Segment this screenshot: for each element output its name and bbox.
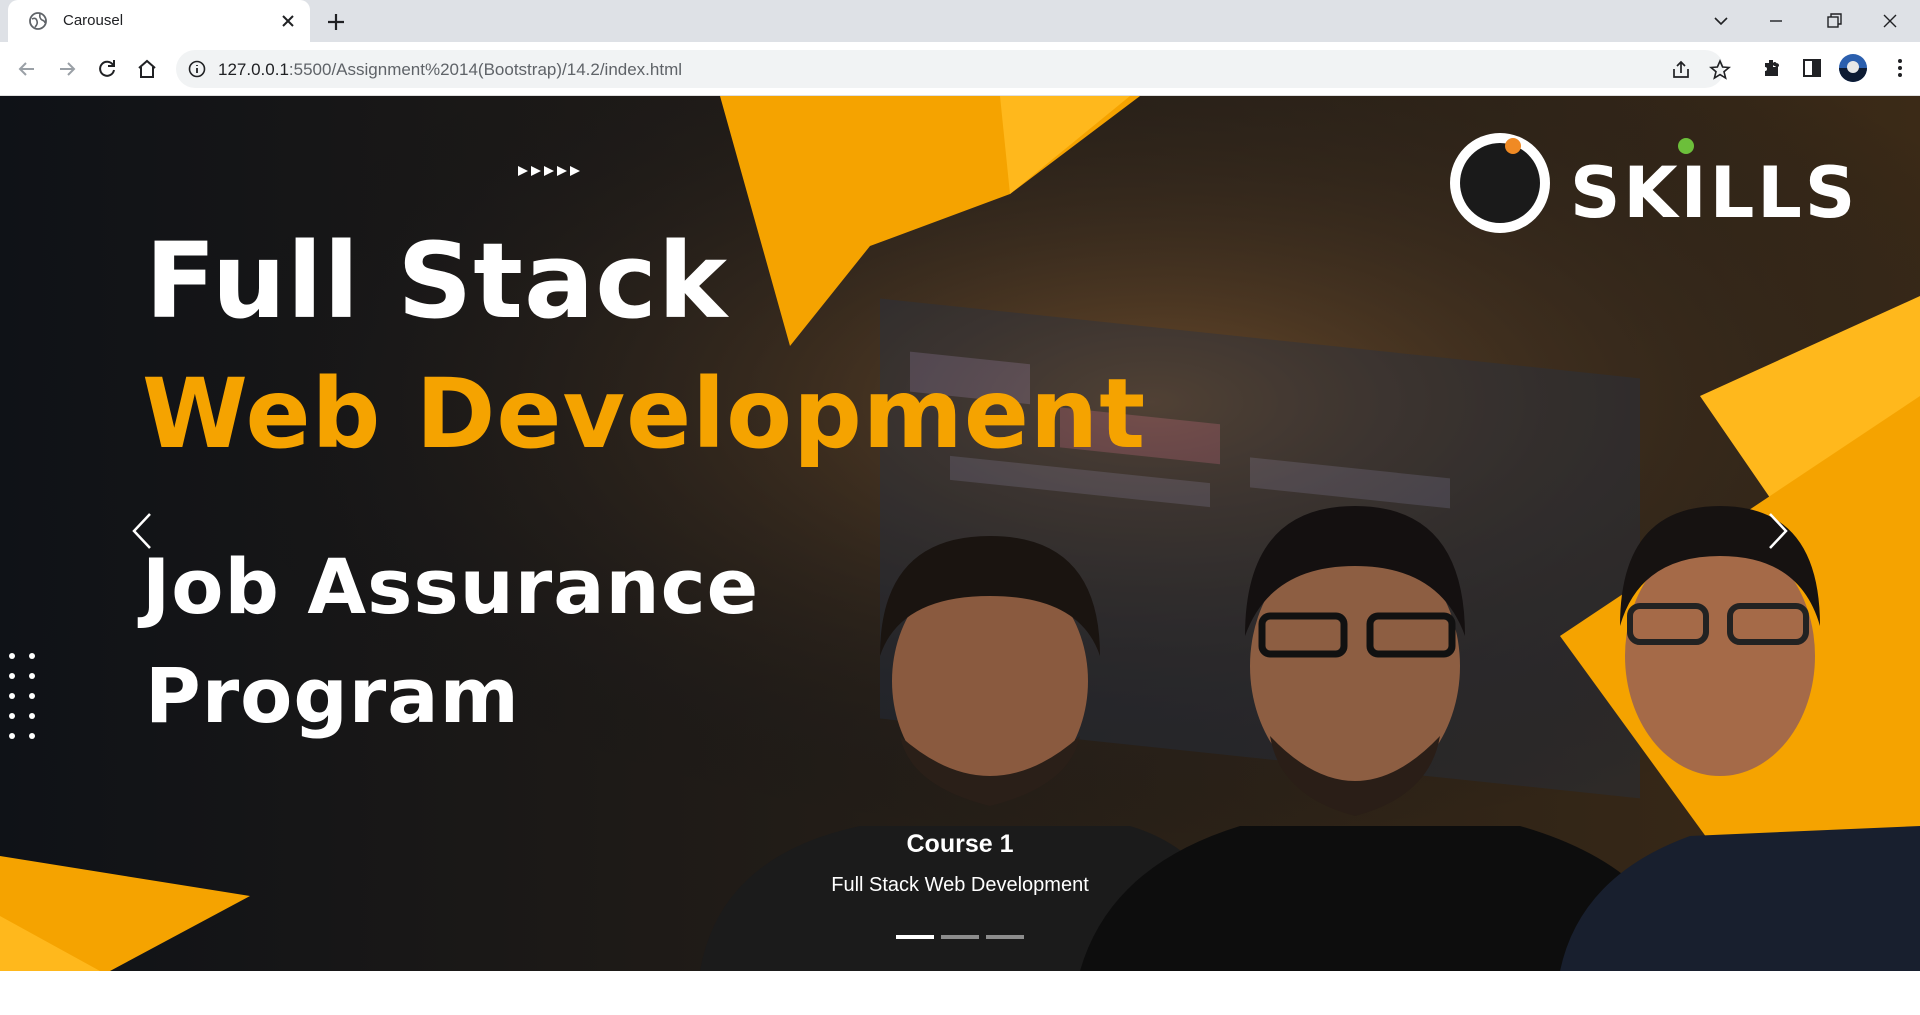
tab-title: Carousel	[63, 12, 124, 29]
more-icon[interactable]	[1888, 56, 1912, 80]
sidepanel-icon[interactable]	[1800, 56, 1824, 80]
carousel-caption-title: Course 1	[906, 830, 1014, 858]
carousel-indicator[interactable]	[896, 935, 934, 939]
banner-heading-line2: Web Development	[142, 358, 1147, 470]
brand-logo: SKILLS	[1570, 152, 1859, 234]
share-icon[interactable]	[1670, 59, 1692, 81]
url-text: 127.0.0.1:5500/Assignment%2014(Bootstrap…	[218, 60, 682, 80]
minimize-icon[interactable]	[1762, 8, 1790, 34]
banner-heading-line3: Job Assurance	[142, 542, 760, 631]
carousel-indicator[interactable]	[941, 935, 979, 939]
chevron-down-icon[interactable]	[1707, 8, 1735, 34]
url-host: 127.0.0.1	[218, 60, 289, 79]
carousel-caption-text: Full Stack Web Development	[831, 874, 1089, 896]
carousel-indicator[interactable]	[986, 935, 1024, 939]
info-icon[interactable]	[188, 60, 206, 78]
banner-heading-line4: Program	[145, 651, 520, 740]
chevron-left-icon[interactable]	[114, 496, 174, 566]
address-bar[interactable]: 127.0.0.1:5500/Assignment%2014(Bootstrap…	[176, 50, 1731, 88]
plus-icon[interactable]	[322, 8, 350, 36]
restore-icon[interactable]	[1820, 8, 1848, 34]
url-path: :5500/Assignment%2014(Bootstrap)/14.2/in…	[288, 60, 683, 79]
close-window-icon[interactable]	[1876, 8, 1904, 34]
back-arrow-icon[interactable]	[14, 56, 40, 82]
reload-icon[interactable]	[94, 56, 120, 82]
forward-arrow-icon[interactable]	[54, 56, 80, 82]
globe-icon	[29, 12, 47, 30]
avatar-image	[1839, 54, 1867, 82]
star-icon[interactable]	[1709, 59, 1731, 81]
browser-tab[interactable]: Carousel	[8, 0, 310, 42]
browser-tab-bar: Carousel	[0, 0, 1920, 42]
chevron-right-icon[interactable]	[1746, 496, 1806, 566]
banner-heading-line1: Full Stack	[145, 220, 729, 342]
home-icon[interactable]	[134, 56, 160, 82]
browser-toolbar: 127.0.0.1:5500/Assignment%2014(Bootstrap…	[0, 42, 1920, 96]
avatar[interactable]	[1839, 54, 1867, 82]
carousel: Full Stack Web Development Job Assurance…	[0, 96, 1920, 971]
extensions-icon[interactable]	[1760, 56, 1784, 80]
close-icon[interactable]	[278, 11, 298, 31]
